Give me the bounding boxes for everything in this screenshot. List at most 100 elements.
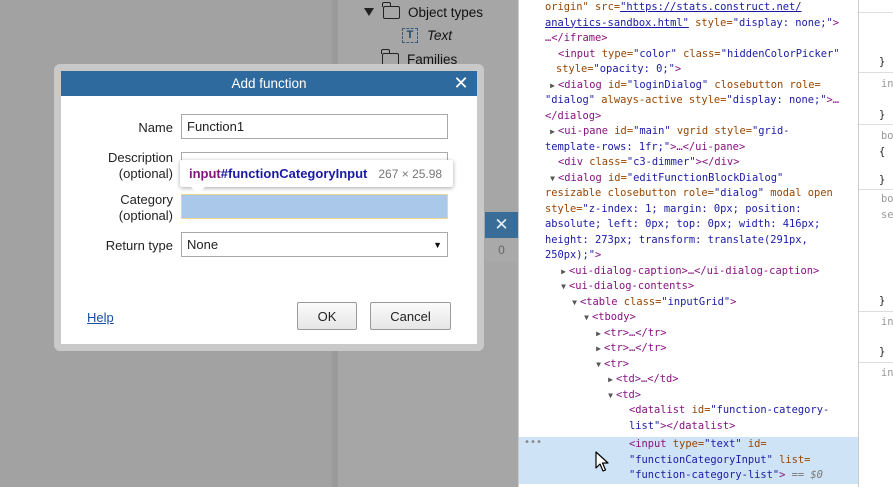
dom-line[interactable]: height: 273px; transform: translate(291p… bbox=[519, 233, 858, 249]
background-dialog: ✕ 0 bbox=[485, 212, 518, 262]
expand-triangle-icon[interactable]: ▶ bbox=[547, 78, 558, 94]
dom-line[interactable]: <datalist id="function-category- bbox=[519, 403, 858, 419]
collapse-triangle-icon[interactable]: ▼ bbox=[593, 357, 604, 373]
cancel-button[interactable]: Cancel bbox=[370, 302, 451, 330]
expand-triangle-icon[interactable]: ▶ bbox=[558, 264, 569, 280]
dom-line[interactable]: </dialog> bbox=[519, 109, 858, 125]
devtools-elements-panel: origin" src="https://stats.construct.net… bbox=[518, 0, 858, 487]
inspect-tooltip: input #functionCategoryInput 267 × 25.98 bbox=[180, 160, 453, 194]
divider bbox=[859, 124, 893, 125]
category-label-line2: (optional) bbox=[118, 208, 173, 223]
dom-line[interactable]: ▼ <tbody> bbox=[519, 310, 858, 326]
divider bbox=[859, 311, 893, 312]
dom-line[interactable]: style="z-index: 1; margin: 0px; position… bbox=[519, 202, 858, 218]
divider bbox=[859, 72, 893, 73]
tree-item-object-types[interactable]: Object types bbox=[364, 1, 483, 23]
dom-line[interactable]: "dialog" always-active style="display: n… bbox=[519, 93, 858, 109]
tooltip-tag: input bbox=[189, 166, 221, 181]
mouse-cursor-icon bbox=[595, 451, 609, 472]
add-function-dialog: Add function ✕ Name Description (optiona… bbox=[61, 71, 477, 344]
expand-triangle-icon[interactable]: ▶ bbox=[593, 326, 604, 342]
style-text: } bbox=[879, 346, 886, 358]
dom-line-selected[interactable]: "functionCategoryInput" list= bbox=[519, 452, 858, 468]
dom-line-selected[interactable]: <input type="text" id= bbox=[519, 437, 858, 453]
divider bbox=[859, 12, 893, 13]
style-text: bo bbox=[881, 193, 893, 205]
name-input[interactable] bbox=[181, 114, 448, 139]
dialog-title: Add function bbox=[231, 76, 307, 91]
description-label-line1: Description bbox=[107, 150, 173, 165]
dom-line[interactable]: 250px);"> bbox=[519, 248, 858, 264]
dom-line[interactable]: ▶ <td>…</td> bbox=[519, 372, 858, 388]
dom-line[interactable]: <div class="c3-dimmer"></div> bbox=[519, 155, 858, 171]
collapse-triangle-icon[interactable]: ▼ bbox=[547, 171, 558, 187]
dom-line[interactable]: origin" src="https://stats.construct.net… bbox=[519, 0, 858, 16]
expand-triangle-icon[interactable]: ▶ bbox=[605, 372, 616, 388]
tooltip-id: #functionCategoryInput bbox=[220, 166, 368, 181]
dom-line[interactable]: ▼ <dialog id="editFunctionBlockDialog" bbox=[519, 171, 858, 187]
dom-line[interactable]: analytics-sandbox.html" style="display: … bbox=[519, 16, 858, 32]
dom-line[interactable]: ▶ <dialog id="loginDialog" closebutton ro… bbox=[519, 78, 858, 94]
more-actions-icon[interactable]: ••• bbox=[524, 437, 542, 448]
dom-line[interactable]: ▼ <td> bbox=[519, 388, 858, 404]
style-text: se bbox=[881, 209, 893, 221]
name-label: Name bbox=[138, 120, 173, 135]
dom-line[interactable]: style="opacity: 0;"> bbox=[519, 62, 858, 78]
style-text: in bbox=[881, 78, 893, 90]
dom-line[interactable]: ▶ <ui-pane id="main" vgrid style="grid- bbox=[519, 124, 858, 140]
background-dialog-caption: ✕ bbox=[485, 212, 518, 238]
dom-line[interactable]: ▶ <tr>…</tr> bbox=[519, 341, 858, 357]
expand-triangle-icon[interactable] bbox=[364, 8, 374, 16]
divider bbox=[859, 362, 893, 363]
style-text: bo bbox=[881, 130, 893, 142]
dom-line[interactable]: ▶ <tr>…</tr> bbox=[519, 326, 858, 342]
style-text: in bbox=[881, 367, 893, 379]
description-label-line2: (optional) bbox=[118, 166, 173, 181]
dom-line[interactable]: ▼ <ui-dialog-contents> bbox=[519, 279, 858, 295]
return-type-label: Return type bbox=[105, 238, 173, 253]
style-text: in bbox=[881, 316, 893, 328]
collapse-triangle-icon[interactable]: ▼ bbox=[569, 295, 580, 311]
return-type-value: None bbox=[187, 237, 219, 252]
devtools-styles-pane: } in } bo { } bo se } in } in bbox=[858, 0, 893, 487]
tree-item-text[interactable]: T Text bbox=[402, 24, 452, 46]
background-dialog-count: 0 bbox=[485, 238, 518, 262]
category-input[interactable] bbox=[181, 194, 448, 219]
collapse-triangle-icon[interactable]: ▼ bbox=[605, 388, 616, 404]
collapse-triangle-icon[interactable]: ▼ bbox=[558, 279, 569, 295]
help-link[interactable]: Help bbox=[87, 310, 114, 325]
style-text: { bbox=[879, 146, 886, 158]
close-button[interactable]: ✕ bbox=[451, 73, 471, 93]
dom-line[interactable]: absolute; left: 0px; top: 0px; width: 41… bbox=[519, 217, 858, 233]
description-label: Description (optional) bbox=[61, 150, 173, 182]
tooltip-dimensions: 267 × 25.98 bbox=[378, 166, 443, 181]
style-text: } bbox=[879, 295, 886, 307]
text-object-icon: T bbox=[402, 27, 418, 43]
dom-line[interactable]: resizable closebutton role="dialog" moda… bbox=[519, 186, 858, 202]
dom-line[interactable]: template-rows: 1fr;">…</ui-pane> bbox=[519, 140, 858, 156]
style-text: } bbox=[879, 174, 886, 186]
dropdown-arrow-icon: ▼ bbox=[433, 239, 442, 250]
expand-triangle-icon[interactable]: ▶ bbox=[593, 341, 604, 357]
dom-line[interactable]: ▼ <table class="inputGrid"> bbox=[519, 295, 858, 311]
divider bbox=[859, 189, 893, 190]
dom-line[interactable]: list"></datalist> bbox=[519, 419, 858, 435]
tree-item-label: Text bbox=[427, 27, 453, 43]
dom-line[interactable]: …</iframe> bbox=[519, 31, 858, 47]
dialog-caption: Add function ✕ bbox=[61, 71, 477, 96]
category-label: Category (optional) bbox=[61, 192, 173, 224]
dom-line[interactable]: ▼ <tr> bbox=[519, 357, 858, 373]
expand-triangle-icon[interactable]: ▶ bbox=[547, 124, 558, 140]
dom-line[interactable]: ▶ <ui-dialog-caption>…</ui-dialog-caption… bbox=[519, 264, 858, 280]
close-icon[interactable]: ✕ bbox=[494, 215, 508, 235]
ok-button[interactable]: OK bbox=[297, 302, 357, 330]
dom-line-selected[interactable]: "function-category-list"> == $0 bbox=[519, 468, 858, 484]
return-type-select[interactable]: None ▼ bbox=[181, 232, 448, 257]
collapse-triangle-icon[interactable]: ▼ bbox=[581, 310, 592, 326]
style-text: } bbox=[879, 56, 886, 68]
close-icon[interactable]: ✕ bbox=[453, 73, 468, 93]
dom-line[interactable]: <input type="color" class="hiddenColorPi… bbox=[519, 47, 858, 63]
style-text: } bbox=[879, 109, 886, 121]
tree-item-label: Object types bbox=[408, 4, 484, 20]
category-label-line1: Category bbox=[120, 192, 173, 207]
